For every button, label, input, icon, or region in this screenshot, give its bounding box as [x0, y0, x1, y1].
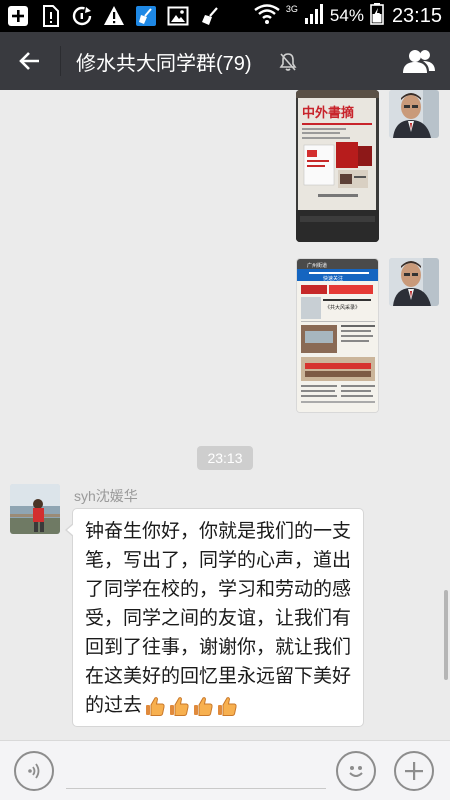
- voice-icon: [28, 763, 40, 779]
- svg-text:《共大风采录》: 《共大风采录》: [325, 304, 360, 311]
- newspaper-screenshot-thumbnail: 广州街道 快速关注 《共大风采录》: [297, 259, 378, 412]
- chat-header: 修水共大同学群(79): [0, 32, 450, 90]
- back-button[interactable]: [14, 45, 46, 77]
- book-photo-thumbnail: 中外書摘: [296, 90, 379, 242]
- message-timestamp: 23:13: [197, 446, 253, 470]
- emoji-group: [144, 695, 238, 717]
- header-divider: [60, 46, 61, 76]
- avatar[interactable]: [389, 90, 439, 138]
- wifi-icon: [254, 4, 280, 28]
- network-type: 3G: [285, 4, 298, 14]
- thumbs-up-icon: [194, 696, 213, 716]
- system-indicators: 3G 54% 23:15: [254, 3, 442, 29]
- avatar[interactable]: [10, 484, 60, 534]
- battery-icon: [370, 3, 384, 29]
- voice-input-button[interactable]: [14, 751, 54, 791]
- add-icon: [6, 4, 30, 28]
- arrow-left-icon: [19, 52, 39, 70]
- smiley-icon: [349, 766, 363, 777]
- broom-icon: [198, 4, 222, 28]
- thumbs-up-icon: [170, 696, 189, 716]
- avatar[interactable]: [389, 258, 439, 306]
- broom-icon: [134, 4, 158, 28]
- message-text: 钟奋生你好，你就是我们的一支笔，写出了，同学的心声，道出了同学在校的，学习和劳动…: [85, 520, 352, 716]
- emoji-button[interactable]: [336, 751, 376, 791]
- svg-text:广州街道: 广州街道: [307, 262, 327, 269]
- sync-icon: [70, 4, 94, 28]
- chat-title: 修水共大同学群(79): [76, 53, 252, 75]
- chat-message-list[interactable]: 中外書摘 广州街道 快速关注 《共大风采录》 23:13 syh沈媛华 钟奋生你…: [0, 90, 450, 740]
- image-message[interactable]: 广州街道 快速关注 《共大风采录》: [296, 258, 379, 413]
- input-bar: [0, 740, 450, 800]
- status-bar: 3G 54% 23:15: [0, 0, 450, 32]
- battery-percent: 54%: [329, 6, 364, 25]
- signal-icon: [304, 4, 324, 28]
- plus-icon: [405, 762, 423, 780]
- profile-photo-woman: [10, 484, 60, 534]
- sender-name: syh沈媛华: [74, 488, 138, 504]
- thumbs-up-icon: [146, 696, 165, 716]
- text-message-bubble[interactable]: 钟奋生你好，你就是我们的一支笔，写出了，同学的心声，道出了同学在校的，学习和劳动…: [65, 508, 364, 727]
- profile-photo-man: [389, 258, 439, 306]
- group-members-icon: [403, 50, 435, 73]
- warning-icon: [102, 4, 126, 28]
- image-message[interactable]: 中外書摘: [296, 90, 379, 242]
- profile-photo-man: [389, 90, 439, 138]
- notification-icons: [6, 4, 222, 28]
- image-icon: [166, 4, 190, 28]
- svg-text:中外書摘: 中外書摘: [302, 105, 354, 121]
- bell-muted-icon: [278, 52, 298, 72]
- more-actions-button[interactable]: [394, 751, 434, 791]
- svg-text:快速关注: 快速关注: [323, 275, 343, 282]
- sim-warning-icon: [38, 4, 62, 28]
- message-input[interactable]: [66, 755, 326, 789]
- clock: 23:15: [391, 4, 442, 27]
- thumbs-up-icon: [218, 696, 237, 716]
- scrollbar[interactable]: [444, 590, 448, 680]
- group-members-button[interactable]: [402, 45, 436, 77]
